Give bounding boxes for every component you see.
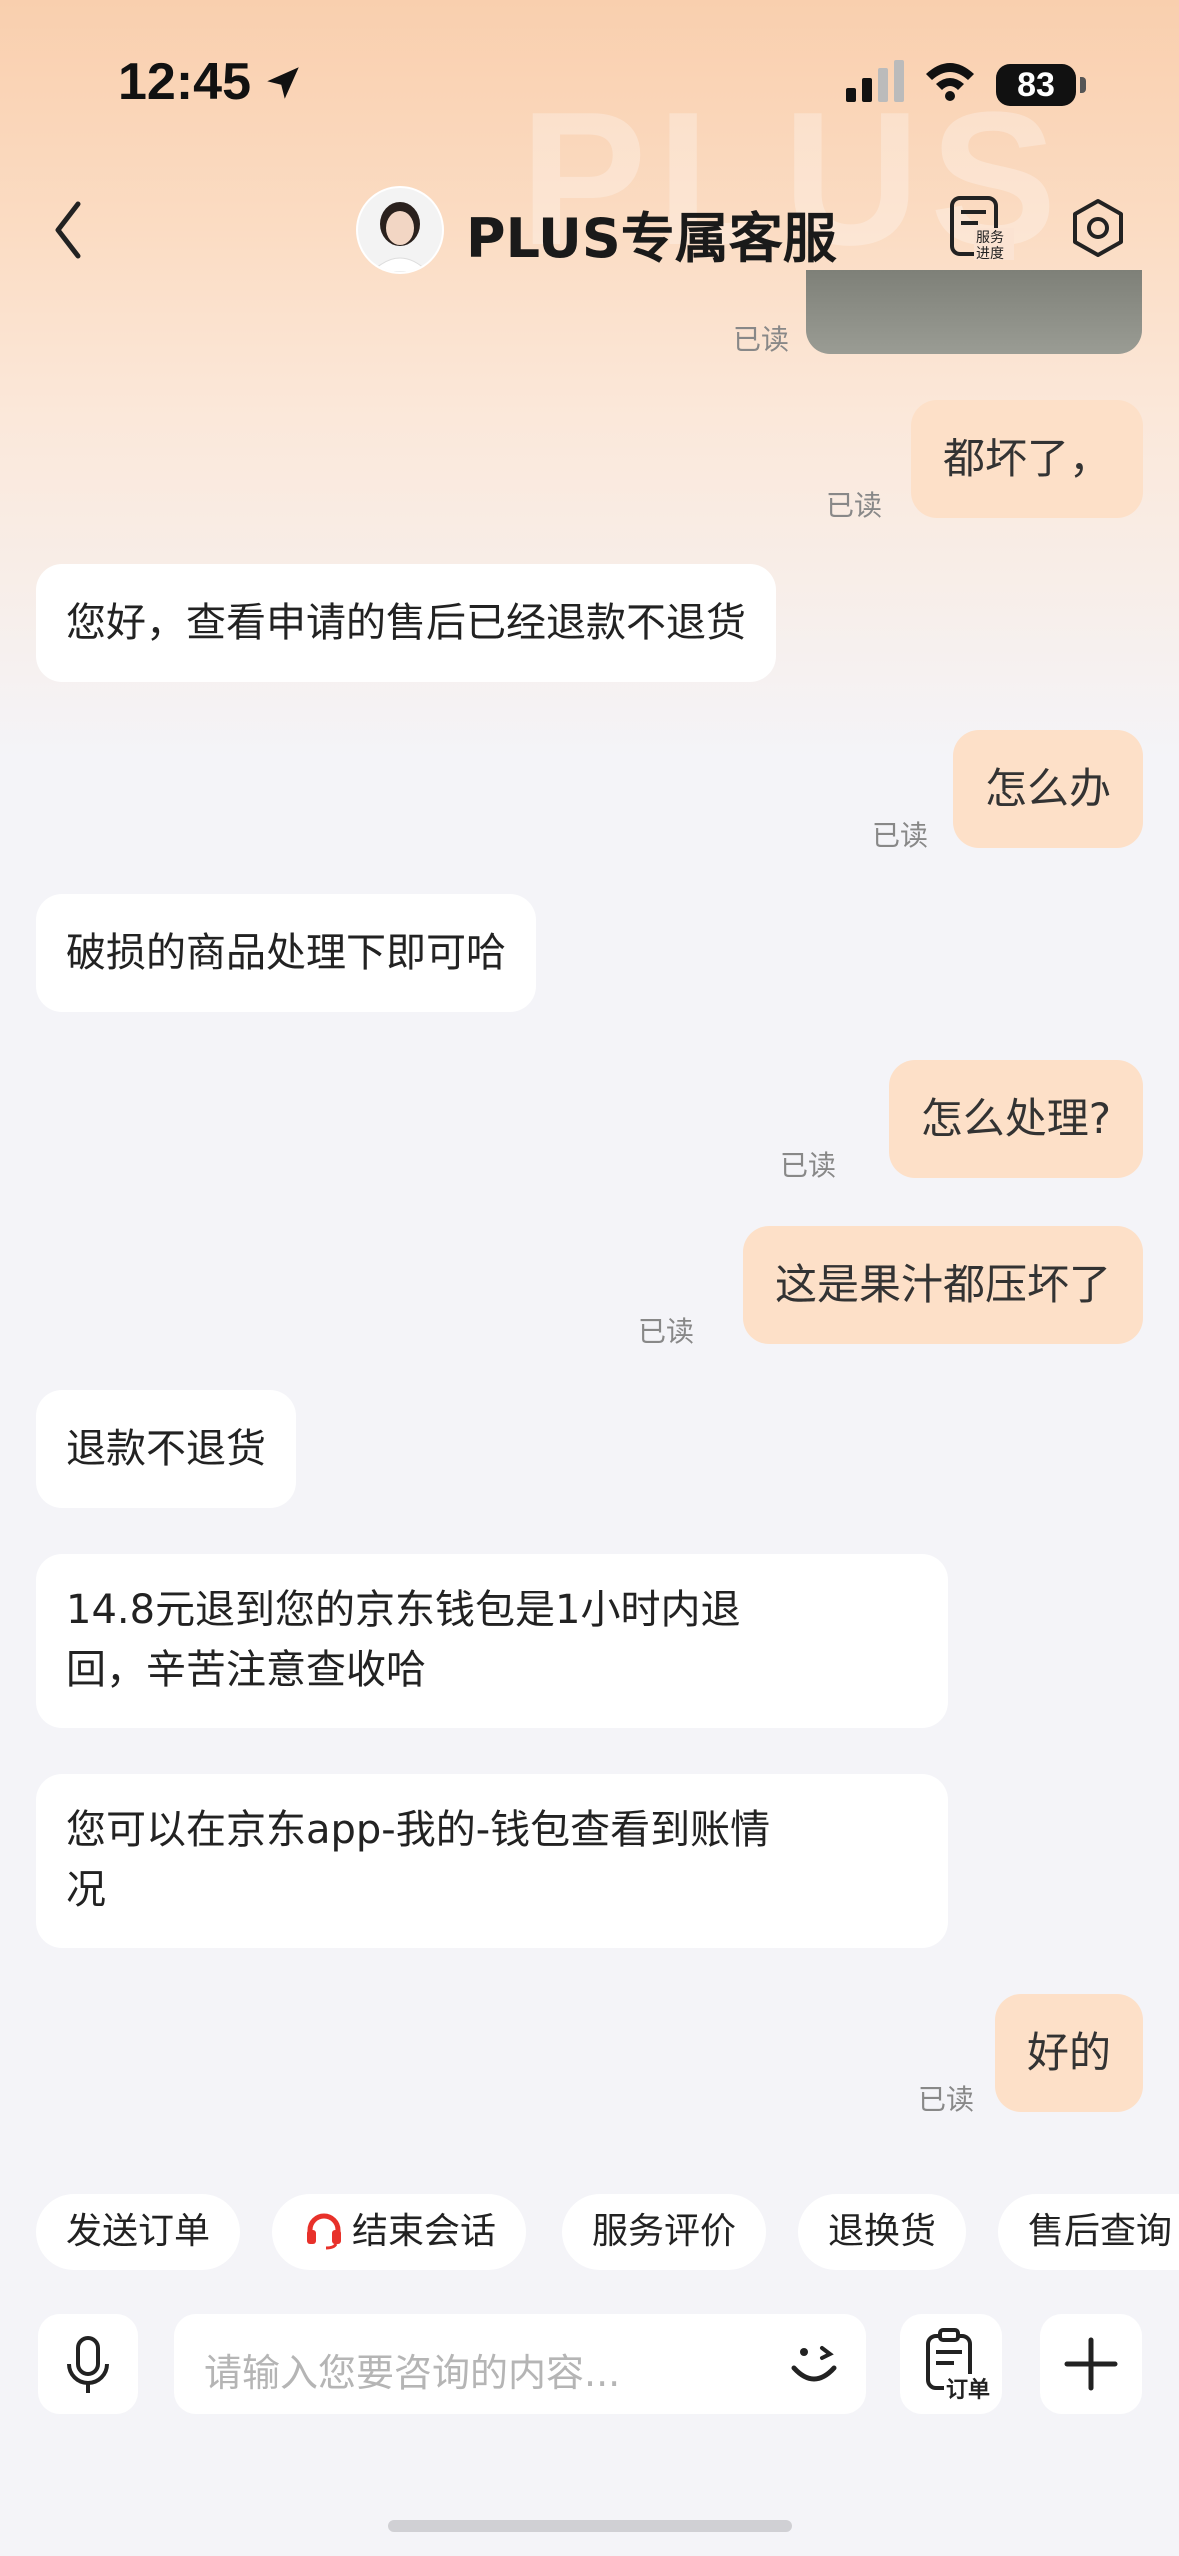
message-list[interactable]: 已读 都坏了， 已读 您好，查看申请的售后已经退款不退货 怎么办 已读 破损的商… [0,0,1179,2180]
headset-icon [307,2213,341,2250]
order-label: 订单 [946,2378,991,2403]
read-status: 已读 [638,1315,695,1348]
read-status: 已读 [918,2083,975,2116]
end-chat-chip[interactable]: 结束会话 [272,2194,527,2270]
send-order-chip[interactable]: 发送订单 [36,2194,241,2270]
message-bubble-outgoing[interactable]: 都坏了， [910,400,1143,518]
message-bubble-outgoing[interactable]: 怎么处理? [888,1060,1143,1178]
voice-input-button[interactable] [38,2314,138,2414]
message-bubble-incoming[interactable]: 您好，查看申请的售后已经退款不退货 [36,564,776,682]
message-bubble-incoming[interactable]: 14.8元退到您的京东钱包是1小时内退 回，辛苦注意查收哈 [36,1554,948,1728]
chip-label: 退换货 [828,2211,937,2252]
quick-actions-bar: 发送订单 结束会话 服务评价 退换货 售后查询 [0,2194,1179,2270]
emoji-icon[interactable] [782,2332,846,2396]
home-indicator [388,2520,792,2532]
message-bubble-outgoing[interactable]: 这是果汁都压坏了 [742,1226,1143,1344]
send-order-button[interactable]: 订单 [900,2314,1002,2414]
more-actions-button[interactable] [1040,2314,1142,2414]
message-bubble-incoming[interactable]: 您可以在京东app-我的-钱包查看到账情 况 [36,1774,948,1948]
read-status: 已读 [780,1149,837,1182]
message-bubble-outgoing[interactable]: 怎么办 [952,730,1143,848]
read-status: 已读 [826,489,883,522]
image-message[interactable] [806,270,1142,354]
message-bubble-incoming[interactable]: 退款不退货 [36,1390,296,1508]
after-sales-query-chip[interactable]: 售后查询 [998,2194,1179,2270]
read-status: 已读 [733,323,790,356]
input-bar: 请输入您要咨询的内容... 订单 [0,2300,1179,2430]
plus-icon [1064,2337,1118,2391]
chip-label: 发送订单 [66,2211,211,2252]
message-input[interactable]: 请输入您要咨询的内容... [174,2314,866,2414]
read-status: 已读 [872,819,929,852]
chip-label: 服务评价 [592,2211,737,2252]
return-exchange-chip[interactable]: 退换货 [798,2194,967,2270]
chip-label: 售后查询 [1028,2211,1173,2252]
message-bubble-outgoing[interactable]: 好的 [994,1994,1143,2112]
chip-label: 结束会话 [352,2211,497,2252]
microphone-icon [67,2336,109,2393]
message-bubble-incoming[interactable]: 破损的商品处理下即可哈 [36,894,536,1012]
service-rating-chip[interactable]: 服务评价 [562,2194,767,2270]
input-placeholder: 请输入您要咨询的内容... [204,2351,621,2395]
